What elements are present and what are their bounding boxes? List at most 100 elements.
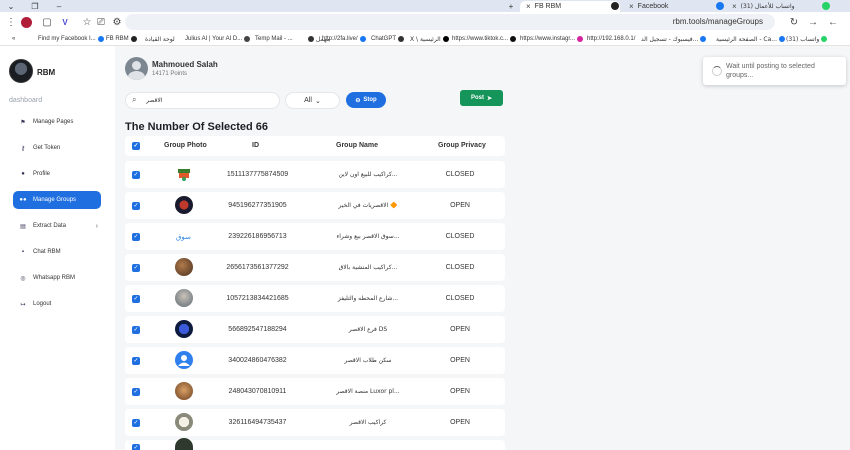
search-input[interactable] [146,95,274,106]
avatar[interactable] [125,57,148,80]
bookmark-label: ChatGPT [371,36,397,42]
table-row[interactable]: ✓ 1511137775874509 كراكيب للبيع اون لاين… [125,161,505,188]
sidebar-item-label: Profile [33,171,51,177]
toast-message: Wait until posting to selected groups... [726,63,815,79]
sidebar-item-get-token[interactable]: ⚷ Get Token [13,139,101,157]
bookmark-label: Julius AI | Your AI D... [185,36,243,42]
table-row-partial[interactable]: ✓ [125,438,505,450]
group-name: سكن طلاب الاقصر [344,357,392,364]
page-title: The Number Of Selected 66 [125,121,269,133]
tab-title: Facebook [637,3,669,10]
x-icon [442,36,449,42]
row-checkbox[interactable]: ✓ [132,295,140,303]
sidebar-item-logout[interactable]: ↦ Logout [13,295,101,313]
bookmark-item[interactable]: لوحة القيادة [145,34,175,44]
browser-tab-bar: ⌄ ❐ – × FB RBM + × Facebook × (31) واتسا… [0,0,850,12]
back-arrow-icon[interactable]: ← [826,15,840,29]
group-name: كراكيب للبيع اون لاين... [338,171,398,178]
privacy-filter-select[interactable]: All ⌄ [285,92,340,109]
bookmark-star-icon[interactable]: ☆ [80,15,94,29]
whatsapp-favicon-icon [822,2,830,10]
table-row[interactable]: ✓ 945196277351905 الاقصريات في الخير 🔶 O… [125,192,505,219]
user-points: 14171 Points [152,71,188,77]
bookmark-label: http://2fa.live/ [322,36,358,42]
chevron-right-icon: › [95,222,98,230]
group-photo [175,258,193,276]
table-row[interactable]: ✓ 340024860476382 سكن طلاب الاقصر OPEN [125,347,505,374]
close-icon[interactable]: × [526,2,531,11]
bookmark-item[interactable]: Temp Mail - ... [255,34,293,44]
stop-button[interactable]: ⊖ Stop [346,92,386,108]
bookmark-item[interactable]: واتساب (31) [786,34,828,44]
forward-arrow-icon[interactable]: → [806,15,820,29]
profile-avatar-icon[interactable] [19,15,33,29]
chevron-down-icon[interactable]: ⌄ [0,0,22,12]
row-checkbox[interactable]: ✓ [132,388,140,396]
more-icon[interactable]: ⋮ [4,15,18,29]
group-privacy: OPEN [450,419,470,426]
row-checkbox[interactable]: ✓ [132,419,140,427]
tab-title: FB RBM [534,3,562,10]
select-all-checkbox[interactable]: ✓ [132,142,140,150]
bookmark-item[interactable]: https://www.instagr... [520,34,584,44]
table-row[interactable]: ✓ 2656173561377292 كراكيب المنشية بالاق.… [125,254,505,281]
vpn-extension-icon[interactable]: V [58,15,72,29]
site-settings-icon[interactable]: ⚙ [110,15,124,29]
post-button[interactable]: Post ➤ [460,90,503,106]
url-field[interactable]: rbm.tools/manageGroups [125,14,775,30]
row-checkbox[interactable]: ✓ [132,444,140,450]
bookmark-item[interactable]: http://192.168.0.1/ [587,34,635,44]
folder-icon [308,36,314,42]
tab-fb-rbm[interactable]: × FB RBM [520,1,620,12]
bookmark-item[interactable]: فيسبوك - تسجيل الد... [641,34,707,44]
minimize-window-icon[interactable]: – [48,0,70,12]
row-checkbox[interactable]: ✓ [132,202,140,210]
sidebar-item-manage-pages[interactable]: ⚑ Manage Pages [13,113,101,131]
table-row[interactable]: ✓ 248043070810911 منصة الاقصر Luxor pl..… [125,378,505,405]
sidebar-item-chat-rbm[interactable]: ▪ Chat RBM [13,243,101,261]
table-row[interactable]: ✓ سوق 239226186956713 سوق الاقصر بيع وشر… [125,223,505,250]
close-icon[interactable]: × [732,2,737,11]
close-icon[interactable]: × [629,2,634,11]
sidebar-item-label: Manage Pages [33,119,74,125]
row-checkbox[interactable]: ✓ [132,264,140,272]
tab-facebook[interactable]: × Facebook [623,1,723,12]
restore-window-icon[interactable]: ❐ [24,0,46,12]
bookmark-item[interactable]: ChatGPT [371,34,405,44]
table-row[interactable]: ✓ 326116494735437 كراكيب الاقصر OPEN [125,409,505,436]
row-checkbox[interactable]: ✓ [132,171,140,179]
table-row[interactable]: ✓ 1057213834421685 شارع المحطه والتليفز.… [125,285,505,312]
bookmark-item[interactable]: الصفحة الرئيسية - Ca... [716,34,785,44]
sidebar-item-label: Manage Groups [33,197,77,203]
send-icon: ➤ [486,95,493,102]
svg-text:سوق: سوق [176,233,191,241]
row-checkbox[interactable]: ✓ [132,357,140,365]
group-id: 1511137775874509 [226,171,289,178]
sidebar-item-profile[interactable]: ● Profile [13,165,101,183]
bookmark-item[interactable]: https://www.tiktok.c... [452,34,517,44]
row-checkbox[interactable]: ✓ [132,233,140,241]
group-name: شارع المحطه والتليفز... [337,295,399,302]
new-tab-icon[interactable]: + [500,0,522,12]
reload-icon[interactable]: ↻ [787,15,801,29]
group-privacy: OPEN [450,202,470,209]
group-privacy: OPEN [450,326,470,333]
bookmark-label: X \ الرئيسية [410,35,441,43]
bookmark-item[interactable]: Find my Facebook I... [38,34,104,44]
table-row[interactable]: ✓ 566892547188294 فرع الاقصر DS OPEN [125,316,505,343]
bookmarks-overflow-icon[interactable]: « [12,34,15,44]
group-privacy: CLOSED [445,171,475,178]
group-privacy: OPEN [450,388,470,395]
extensions-icon[interactable]: ▢ [40,15,54,29]
group-name: سوق الاقصر بيع وشراء... [336,233,400,240]
cast-icon[interactable]: ⎚ [94,15,108,29]
bookmark-item[interactable]: X \ الرئيسية [410,34,449,44]
bookmark-item[interactable]: http://2fa.live/ [322,34,366,44]
bookmark-item[interactable]: Julius AI | Your AI D... [185,34,251,44]
sidebar-item-manage-groups[interactable]: ●● Manage Groups [13,191,101,209]
bookmark-item[interactable]: FB RBM [106,34,137,44]
row-checkbox[interactable]: ✓ [132,326,140,334]
sidebar-item-extract-data[interactable]: ▤ Extract Data › [13,217,101,235]
sidebar-item-whatsapp-rbm[interactable]: ◎ Whatsapp RBM [13,269,101,287]
group-photo [175,382,193,400]
